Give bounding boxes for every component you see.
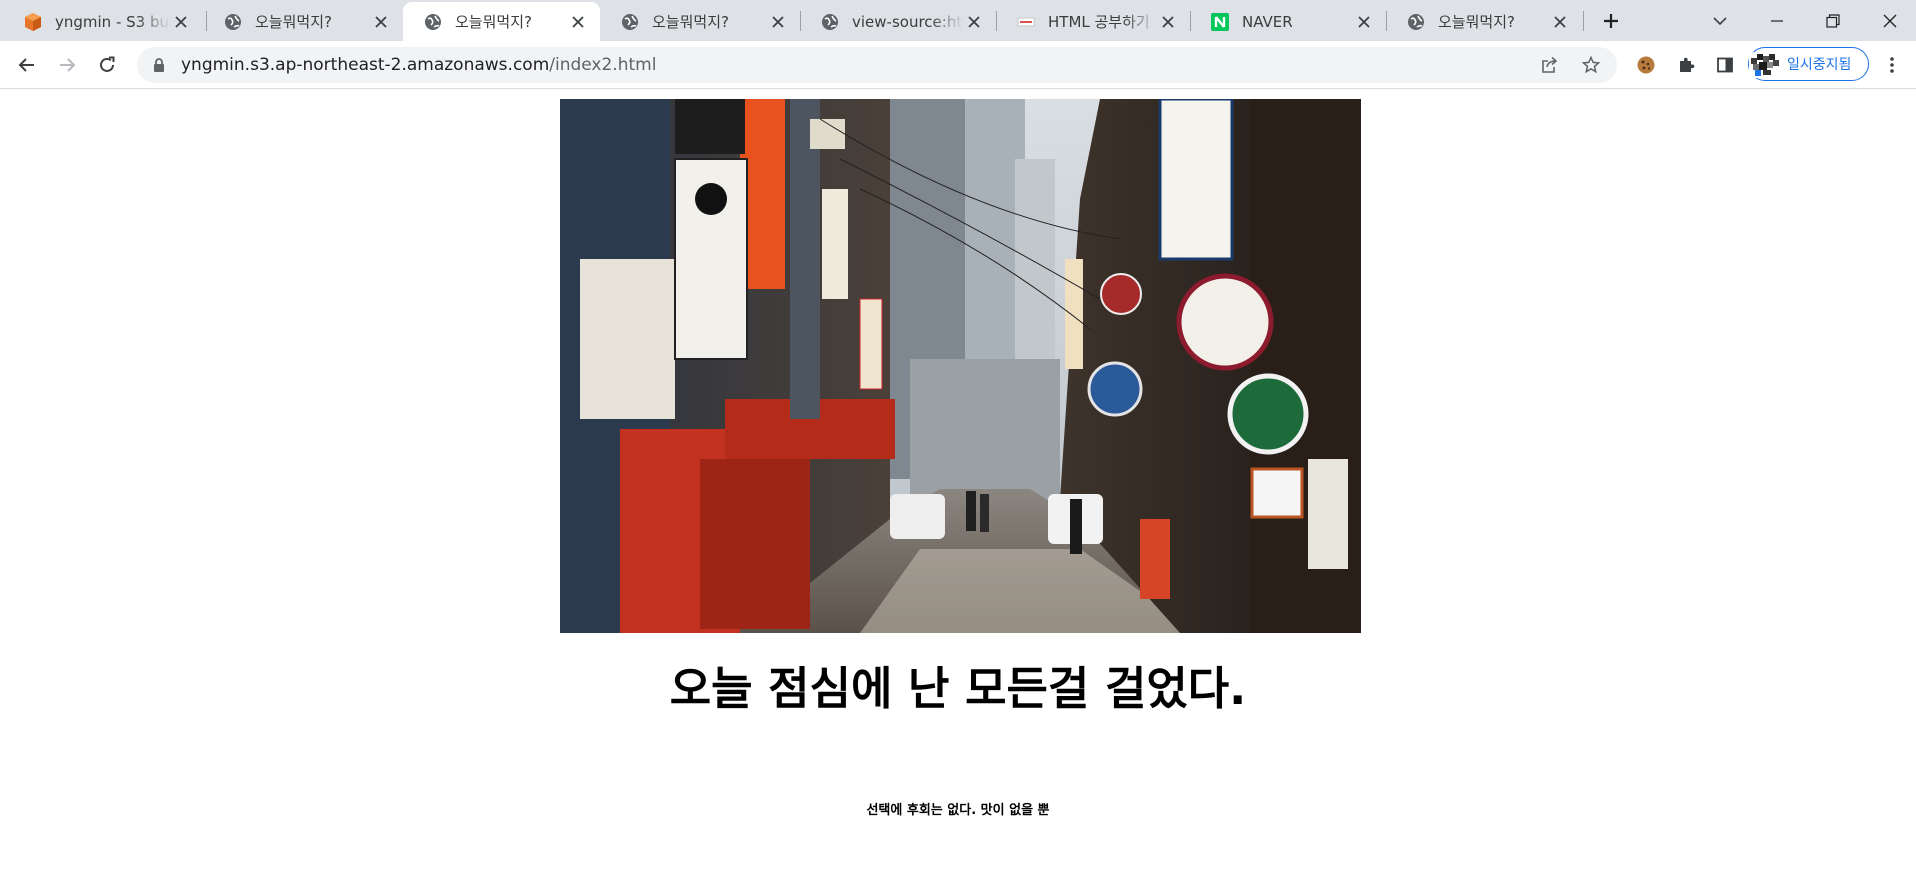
close-tab-icon[interactable]	[568, 12, 588, 32]
profile-button[interactable]: 일시중지됨	[1748, 47, 1869, 81]
browser-tab-menu-3[interactable]: 오늘뭐먹지?	[600, 2, 800, 41]
browser-tab-s3[interactable]: yngmin - S3 buck	[3, 2, 203, 41]
aws-s3-cube-icon	[23, 12, 43, 32]
profile-label: 일시중지됨	[1787, 57, 1852, 73]
share-button[interactable]	[1534, 49, 1566, 81]
hero-image	[560, 99, 1361, 633]
close-tab-icon[interactable]	[371, 12, 391, 32]
tab-search-button[interactable]	[1705, 6, 1735, 36]
browser-tab-menu-7[interactable]: 오늘뭐먹지?	[1386, 2, 1582, 41]
close-tab-icon[interactable]	[171, 12, 191, 32]
kebab-menu-icon	[1890, 57, 1894, 73]
side-panel-button[interactable]	[1709, 49, 1741, 81]
tab-title: 오늘뭐먹지?	[455, 13, 532, 31]
tab-title: view-source:http:	[852, 12, 964, 31]
close-tab-icon[interactable]	[1550, 12, 1570, 32]
reload-icon	[100, 56, 115, 72]
tab-title: 오늘뭐먹지?	[1438, 13, 1515, 31]
globe-icon	[820, 12, 840, 32]
close-icon	[1883, 14, 1897, 28]
tab-title: HTML 공부하기 :	[1048, 13, 1158, 31]
arrow-right-icon	[60, 58, 76, 72]
avatar	[1749, 50, 1781, 78]
globe-icon	[223, 12, 243, 32]
share-icon	[1542, 56, 1558, 73]
bookmark-button[interactable]	[1575, 49, 1607, 81]
close-window-button[interactable]	[1875, 6, 1905, 36]
close-tab-icon[interactable]	[1158, 12, 1178, 32]
tab-title: NAVER	[1242, 12, 1293, 31]
url-path: /index2.html	[549, 55, 657, 75]
browser-tab-menu-1[interactable]: 오늘뭐먹지?	[203, 2, 403, 41]
site-favicon-icon	[1016, 12, 1036, 32]
lock-icon[interactable]	[151, 57, 167, 73]
new-tab-button[interactable]	[1596, 6, 1626, 36]
restore-icon	[1826, 14, 1840, 28]
close-tab-icon[interactable]	[964, 12, 984, 32]
restore-button[interactable]	[1818, 6, 1848, 36]
browser-tab-html-study[interactable]: HTML 공부하기 :	[996, 2, 1190, 41]
arrow-left-icon	[18, 58, 34, 72]
naver-n-icon	[1210, 12, 1230, 32]
tab-title: 오늘뭐먹지?	[652, 13, 729, 31]
plus-icon	[1604, 14, 1618, 28]
back-button[interactable]	[11, 49, 43, 81]
minimize-icon	[1771, 20, 1783, 22]
page-subline: 선택에 후회는 없다. 맛이 없을 뿐	[866, 803, 1050, 818]
browser-tab-view-source[interactable]: view-source:http:	[800, 2, 996, 41]
puzzle-icon	[1680, 57, 1695, 72]
extensions-button[interactable]	[1670, 49, 1702, 81]
web-page: 오늘 점심에 난 모든걸 걸었다. 선택에 후회는 없다. 맛이 없을 뿐	[0, 90, 1916, 882]
url-host: yngmin.s3.ap-northeast-2.amazonaws.com	[181, 55, 550, 75]
globe-icon	[620, 12, 640, 32]
street-photo	[560, 99, 1361, 633]
tab-separator	[1583, 11, 1584, 31]
url-text[interactable]: yngmin.s3.ap-northeast-2.amazonaws.com/i…	[181, 55, 656, 75]
close-tab-icon[interactable]	[768, 12, 788, 32]
globe-icon	[423, 12, 443, 32]
browser-toolbar: yngmin.s3.ap-northeast-2.amazonaws.com/i…	[0, 41, 1916, 89]
page-headline: 오늘 점심에 난 모든걸 걸었다.	[669, 662, 1247, 715]
forward-button[interactable]	[51, 49, 83, 81]
browser-tab-naver[interactable]: NAVER	[1190, 2, 1386, 41]
cookie-icon	[1637, 56, 1655, 74]
cookie-extension-button[interactable]	[1630, 49, 1662, 81]
tab-title: 오늘뭐먹지?	[255, 13, 332, 31]
globe-icon	[1406, 12, 1426, 32]
side-panel-icon	[1717, 57, 1733, 73]
reload-button[interactable]	[91, 49, 123, 81]
star-icon	[1582, 56, 1600, 74]
browser-tab-menu-active[interactable]: 오늘뭐먹지?	[403, 2, 600, 41]
minimize-button[interactable]	[1762, 6, 1792, 36]
address-bar[interactable]: yngmin.s3.ap-northeast-2.amazonaws.com/i…	[137, 47, 1617, 83]
browser-tab-strip: yngmin - S3 buck 오늘뭐먹지? 오늘뭐먹지? 오늘뭐먹지?	[0, 0, 1916, 41]
menu-button[interactable]	[1876, 49, 1908, 81]
tab-title: yngmin - S3 buck	[55, 12, 171, 31]
close-tab-icon[interactable]	[1354, 12, 1374, 32]
chevron-down-icon	[1713, 17, 1727, 26]
